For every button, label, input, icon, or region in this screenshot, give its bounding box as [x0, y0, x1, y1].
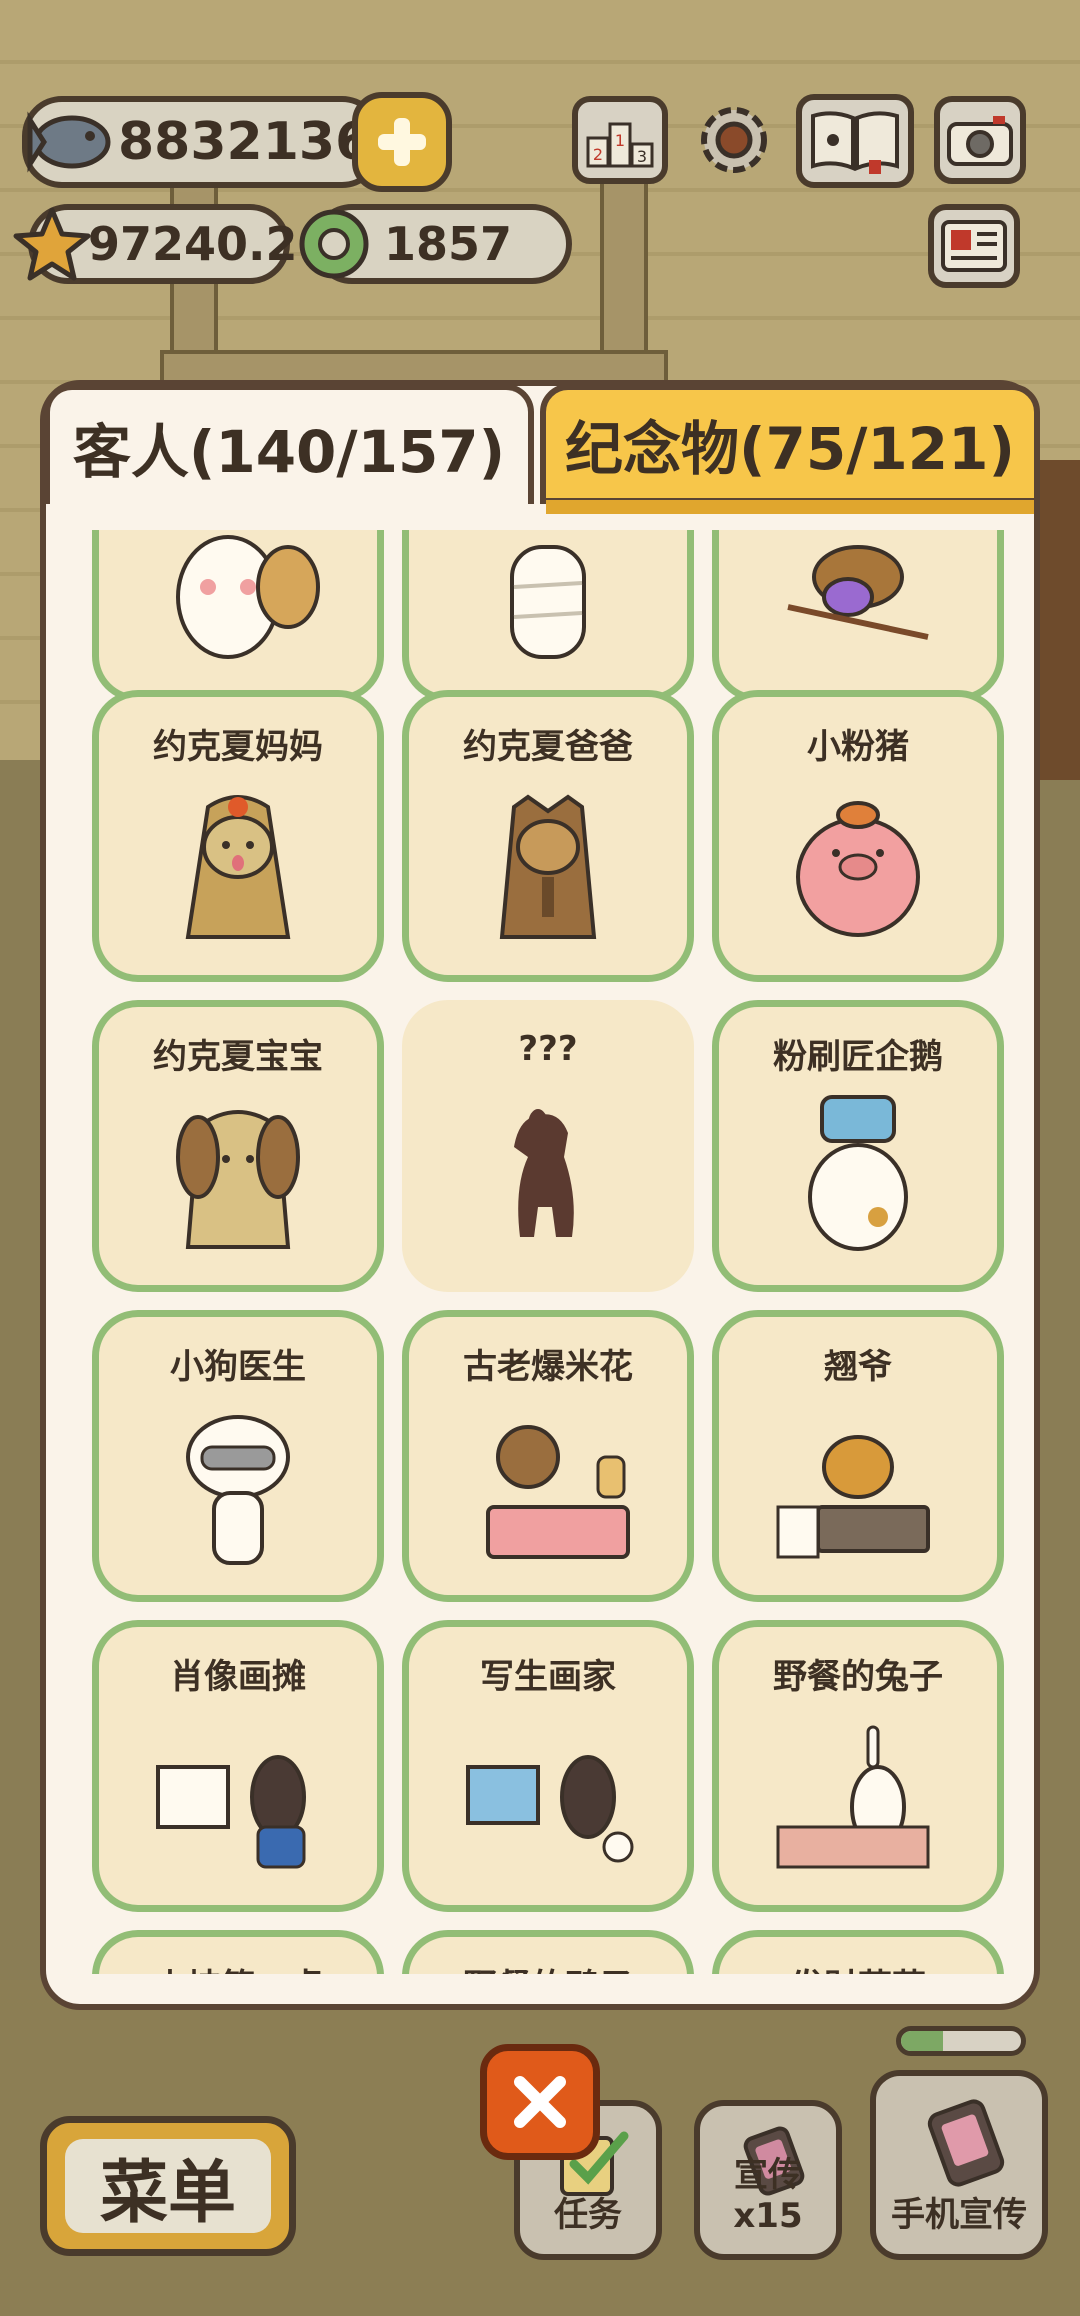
guest-name: 肖像画摊 [170, 1657, 306, 1697]
podium-icon: 2 1 3 [586, 122, 654, 168]
guest-name: 约克夏爸爸 [463, 727, 633, 767]
guest-card[interactable]: 野餐的鸭子 [402, 1930, 694, 1974]
painter-penguin-illustration [808, 1095, 908, 1251]
news-button[interactable] [928, 204, 1020, 288]
landscape-painter-illustration [466, 1755, 634, 1863]
settings-button[interactable] [686, 96, 782, 184]
guest-name: 古老爆米花 [463, 1347, 633, 1387]
tab-souvenirs[interactable]: 纪念物(75/121) [540, 384, 1040, 514]
otter-grill-illustration [776, 1435, 930, 1559]
tab-souvenirs-label: 纪念物(75/121) [565, 415, 1015, 483]
guest-card[interactable] [402, 530, 694, 702]
guest-grid[interactable]: 约克夏妈妈 约克夏爸爸 小粉猪 约克夏宝宝 ??? 粉刷匠企鹅 小狗医生 古老爆… [46, 530, 1034, 1974]
picnic-rabbit-illustration [776, 1725, 930, 1869]
newspaper-icon [941, 220, 1007, 272]
guest-card-locked[interactable]: ??? [402, 1000, 694, 1292]
guest-name: 写生画家 [480, 1657, 616, 1697]
guest-card[interactable] [92, 530, 384, 702]
guest-card[interactable] [712, 530, 1004, 702]
guest-card[interactable]: 写生画家 [402, 1620, 694, 1912]
guest-card[interactable]: 古老爆米花 [402, 1310, 694, 1602]
book-icon [811, 111, 899, 174]
camera-icon [947, 116, 1013, 166]
star-amount: 97240.2 [88, 217, 298, 271]
guest-card[interactable]: 小狗医生 [92, 1310, 384, 1602]
guest-card[interactable]: 肖像画摊 [92, 1620, 384, 1912]
star-icon [12, 204, 92, 284]
guest-name: 约克夏宝宝 [153, 1037, 323, 1077]
guest-card[interactable]: 粉刷匠企鹅 [712, 1000, 1004, 1292]
phone-promotion-button-label: 手机宣传 [891, 2195, 1027, 2235]
portrait-stall-illustration [156, 1755, 306, 1869]
yorkie-mom-illustration [185, 795, 291, 939]
svg-text:1: 1 [615, 131, 625, 150]
camera-button[interactable] [934, 96, 1026, 184]
guest-name: 翘爷 [824, 1347, 892, 1387]
yorkie-baby-illustration [176, 1110, 300, 1249]
stamina-progress-bar [896, 2026, 1026, 2056]
menu-button-label: 菜单 [99, 2153, 236, 2233]
guest-card[interactable]: 野餐的兔子 [712, 1620, 1004, 1912]
ring-icon [296, 206, 372, 282]
stamina-progress-fill [901, 2031, 943, 2051]
close-button[interactable] [480, 2044, 600, 2160]
close-icon [514, 2076, 566, 2128]
guest-card[interactable]: 约克夏妈妈 [92, 690, 384, 982]
guest-name: 野餐的兔子 [773, 1657, 943, 1697]
guest-card[interactable]: 约克夏宝宝 [92, 1000, 384, 1292]
menu-button[interactable]: 菜单 [40, 2116, 296, 2256]
guest-name: ??? [518, 1029, 578, 1069]
guest-card[interactable]: 小粉猪 [712, 690, 1004, 982]
guest-card[interactable]: 约克夏爸爸 [402, 690, 694, 982]
add-currency-button[interactable] [352, 92, 452, 192]
tasks-button-label: 任务 [554, 2195, 622, 2235]
background-shelf [1036, 460, 1080, 780]
yorkie-dad-illustration [499, 794, 597, 939]
guest-card[interactable]: 山坡第一桌 [92, 1930, 384, 1974]
phone-promotion-button[interactable]: 手机宣传 [870, 2070, 1048, 2260]
guest-name: 小狗医生 [170, 1347, 306, 1387]
guest-name: 山坡第一桌 [99, 1959, 377, 1974]
guest-name: 粉刷匠企鹅 [773, 1037, 943, 1077]
mummy-illustration [510, 545, 586, 659]
plus-icon [378, 118, 426, 166]
promotion-button[interactable]: 宣传x15 [694, 2100, 842, 2260]
svg-text:2: 2 [593, 145, 603, 164]
gear-icon [701, 107, 767, 173]
guest-name: 发财菇菇 [719, 1959, 997, 1974]
witch-broom-illustration [787, 545, 929, 640]
dog-doctor-illustration [186, 1415, 290, 1565]
popcorn-stall-illustration [486, 1425, 630, 1559]
pink-pig-illustration [796, 801, 920, 937]
guest-card[interactable]: 翘爷 [712, 1310, 1004, 1602]
ghost-dog-illustration [176, 535, 320, 659]
tab-guests-label: 客人(140/157) [72, 418, 506, 486]
ring-amount: 1857 [384, 217, 513, 271]
fish-icon [20, 100, 120, 186]
unknown-silhouette-illustration [514, 1109, 574, 1237]
svg-text:3: 3 [637, 147, 647, 166]
phone-icon [927, 2099, 1005, 2187]
tab-guests[interactable]: 客人(140/157) [44, 384, 534, 504]
guest-card[interactable]: 发财菇菇 [712, 1930, 1004, 1974]
guest-name: 约克夏妈妈 [153, 727, 323, 767]
guidebook-button[interactable] [796, 94, 914, 188]
ranking-button[interactable]: 2 1 3 [572, 96, 668, 184]
guest-name: 野餐的鸭子 [409, 1959, 687, 1974]
promotion-button-label: 宣传x15 [733, 2155, 803, 2236]
guest-name: 小粉猪 [807, 727, 909, 767]
fish-amount: 8832136 [118, 112, 372, 172]
